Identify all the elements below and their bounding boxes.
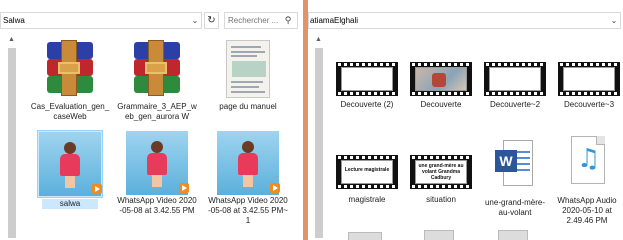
play-icon <box>92 184 102 194</box>
audio-file-icon: ♫ <box>565 136 609 192</box>
right-explorer-window: atiamaElghali ⌄ ▲ Decouverte (2) Decouve… <box>308 0 623 240</box>
play-icon <box>179 183 189 193</box>
file-label: WhatsApp Video 2020-05-08 at 3.42.55 PM~… <box>208 196 288 225</box>
document-image-icon <box>226 40 270 98</box>
word-document-icon: W <box>493 138 537 190</box>
video-thumbnail <box>217 131 280 195</box>
frame-text: Lecture magistrale <box>344 167 390 173</box>
file-label: page du manuel <box>219 102 277 111</box>
scrollbar-thumb[interactable] <box>315 48 323 238</box>
file-item[interactable]: WhatsApp Video 2020-05-08 at 3.42.55 PM~… <box>208 131 288 226</box>
file-label: Decouverte (2) <box>340 100 394 109</box>
scrollbar-thumb[interactable] <box>8 48 16 238</box>
address-bar[interactable]: Salwa ⌄ <box>0 12 202 29</box>
film-strip-icon <box>558 62 620 96</box>
address-bar[interactable]: atiamaElghali ⌄ <box>308 12 621 29</box>
file-label: Decouverte~2 <box>489 100 541 109</box>
search-icon[interactable]: ⚲ <box>281 15 295 26</box>
file-label: Cas_Evaluation_gen_caseWeb <box>30 102 110 121</box>
winrar-archive-icon <box>134 40 180 96</box>
partial-file-thumbnail[interactable] <box>498 230 528 240</box>
scroll-up-arrow-icon[interactable]: ▲ <box>8 36 15 43</box>
file-label: Decouverte <box>420 100 462 109</box>
file-item[interactable]: Cas_Evaluation_gen_caseWeb <box>30 40 110 122</box>
chevron-down-icon[interactable]: ⌄ <box>189 16 201 25</box>
file-label: Decouverte~3 <box>563 100 615 109</box>
file-label: Grammaire_3_AEP_web_gen_aurora W <box>117 102 197 121</box>
file-item[interactable]: Decouverte <box>408 62 474 110</box>
file-item[interactable]: Grammaire_3_AEP_web_gen_aurora W <box>117 40 197 122</box>
film-strip-icon <box>484 62 546 96</box>
file-item[interactable]: une grand-mère au volant Grandma Cadbury… <box>408 155 474 205</box>
film-strip-icon: une grand-mère au volant Grandma Cadbury <box>410 155 472 189</box>
address-text: atiamaElghali <box>310 16 359 25</box>
file-item[interactable]: Lecture magistrale magistrale <box>334 155 400 205</box>
file-item[interactable]: page du manuel <box>208 40 288 112</box>
file-label: WhatsApp Video 2020-05-08 at 3.42.55 PM <box>117 196 197 215</box>
file-item[interactable]: Decouverte (2) <box>334 62 400 110</box>
file-label: WhatsApp Audio 2020-05-10 at 2.49.46 PM <box>557 196 617 225</box>
search-box[interactable]: ⚲ <box>224 12 298 29</box>
left-explorer-window: Salwa ⌄ ↻ ⚲ ▲ Cas_Evaluation_gen_caseWeb… <box>0 0 303 240</box>
frame-text: une grand-mère au volant Grandma Cadbury <box>418 163 464 181</box>
scroll-up-arrow-icon[interactable]: ▲ <box>315 36 322 43</box>
partial-file-thumbnail[interactable] <box>424 230 454 240</box>
file-label: une-grand-mère-au-volant <box>484 198 546 217</box>
vertical-scrollbar[interactable]: ▲ <box>5 34 19 240</box>
film-strip-icon: Lecture magistrale <box>336 155 398 189</box>
search-input[interactable] <box>225 16 281 25</box>
partial-file-thumbnail[interactable] <box>348 232 382 240</box>
refresh-button[interactable]: ↻ <box>204 12 219 29</box>
film-strip-icon <box>410 62 472 96</box>
file-item[interactable]: W une-grand-mère-au-volant <box>482 138 548 218</box>
file-item[interactable]: ♫ WhatsApp Audio 2020-05-10 at 2.49.46 P… <box>552 136 622 226</box>
play-icon <box>270 183 280 193</box>
refresh-icon: ↻ <box>207 15 216 26</box>
file-label: salwa <box>42 199 98 209</box>
file-item[interactable]: Decouverte~3 <box>556 62 622 110</box>
vertical-scrollbar[interactable]: ▲ <box>312 34 326 240</box>
chevron-down-icon[interactable]: ⌄ <box>608 16 620 25</box>
file-label: situation <box>426 195 456 204</box>
address-text: Salwa <box>3 16 25 25</box>
video-thumbnail <box>126 131 189 195</box>
winrar-archive-icon <box>47 40 93 96</box>
file-item[interactable]: WhatsApp Video 2020-05-08 at 3.42.55 PM <box>117 131 197 216</box>
video-thumbnail <box>39 132 102 196</box>
file-item[interactable]: salwa <box>30 130 110 209</box>
file-label: magistrale <box>348 195 386 204</box>
film-strip-icon <box>336 62 398 96</box>
file-item[interactable]: Decouverte~2 <box>482 62 548 110</box>
